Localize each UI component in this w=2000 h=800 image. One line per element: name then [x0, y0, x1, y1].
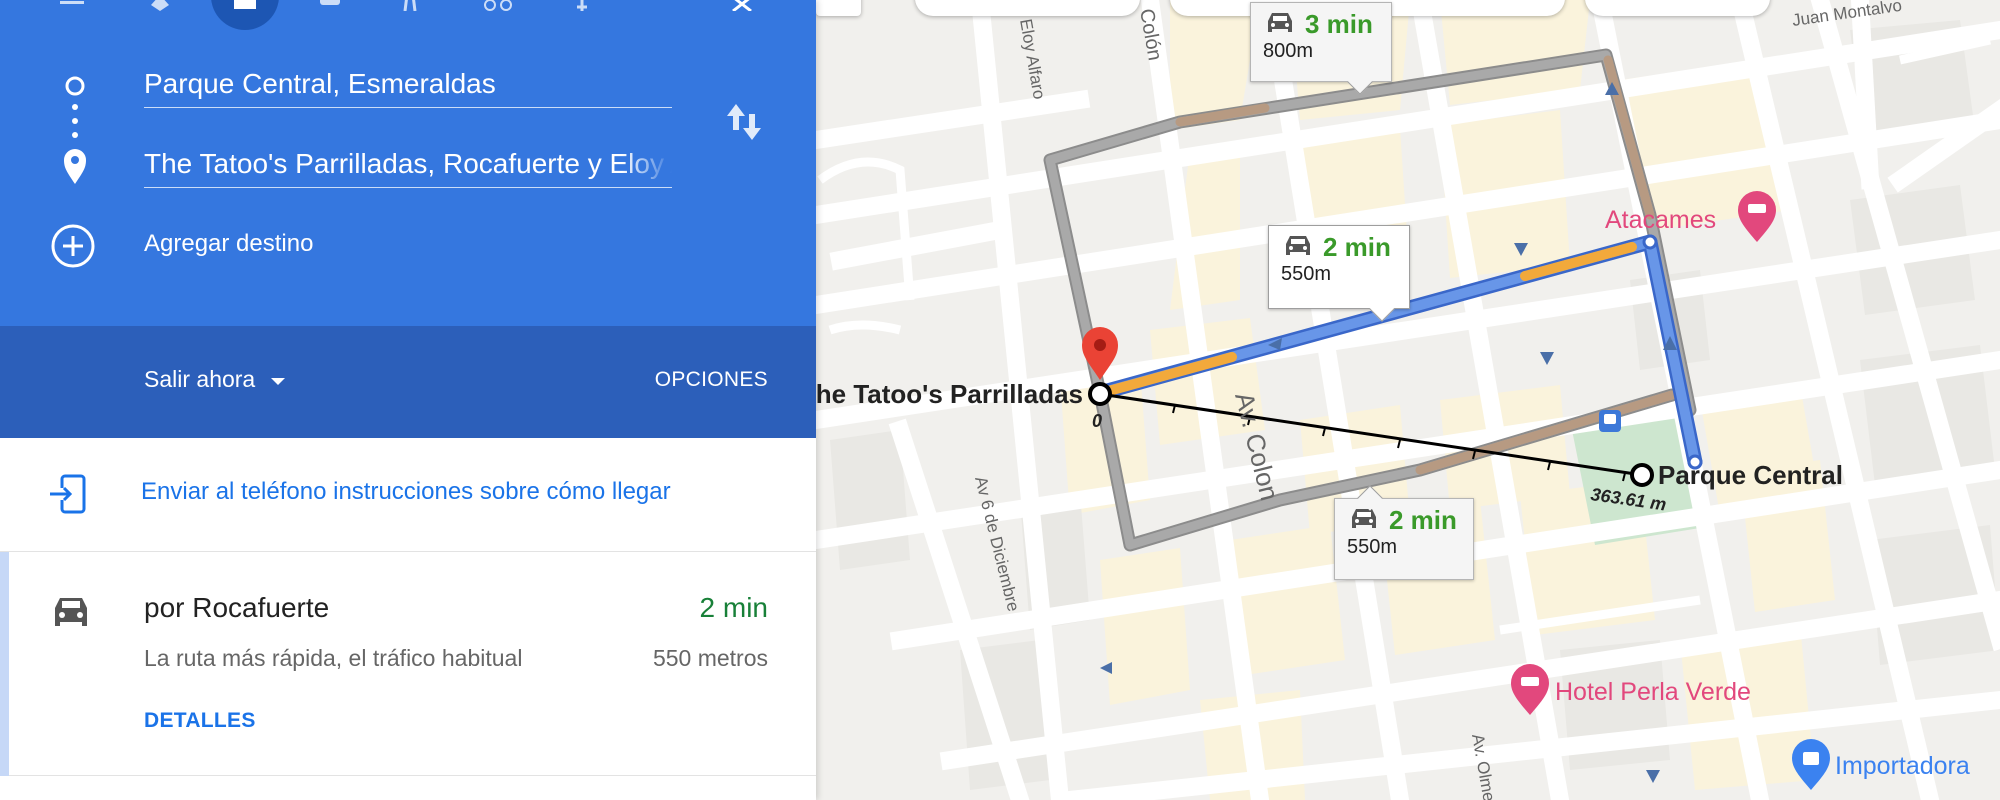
directions-panel: Parque Central, Esmeraldas The Tatoo's P… [0, 0, 816, 800]
send-to-phone-row[interactable]: Enviar al teléfono instrucciones sobre c… [0, 438, 816, 552]
origin-value: Parque Central, Esmeraldas [144, 68, 496, 99]
car-icon [1268, 13, 1292, 32]
bus-stop-icon[interactable] [1599, 410, 1621, 432]
driving-mode-icon[interactable] [211, 0, 279, 30]
add-destination-icon[interactable] [50, 223, 96, 269]
depart-time-dropdown[interactable]: Salir ahora [144, 366, 286, 393]
route-bubble-distance: 800m [1263, 40, 1314, 62]
route-bubble-distance: 550m [1281, 263, 1332, 285]
walking-mode-icon[interactable] [386, 0, 434, 20]
route-distance: 550 metros [652, 645, 768, 671]
route-bubble-alt-top[interactable]: 3 min 800m [1250, 2, 1392, 95]
origin-point-icon[interactable] [1630, 463, 1654, 487]
route-description: La ruta más rápida, el tráfico habitual [144, 645, 523, 671]
depart-time-label: Salir ahora [144, 366, 256, 392]
car-icon [1286, 236, 1310, 255]
add-destination-button[interactable]: Agregar destino [144, 230, 313, 258]
route-option-card[interactable]: por Rocafuerte 2 min La ruta más rápida,… [0, 552, 816, 776]
cycling-mode-icon[interactable] [474, 0, 522, 20]
travel-mode-bar [0, 0, 816, 30]
menu-icon[interactable] [48, 0, 96, 20]
directions-header: Parque Central, Esmeraldas The Tatoo's P… [0, 0, 816, 326]
close-icon[interactable] [718, 0, 766, 20]
destination-field[interactable]: The Tatoo's Parrilladas, Rocafuerte y El… [144, 146, 672, 188]
route-bubble-alt-bottom[interactable]: 2 min 550m [1334, 485, 1474, 580]
best-route-icon[interactable] [136, 0, 184, 20]
origin-field[interactable]: Parque Central, Esmeraldas [144, 66, 672, 108]
measure-start-label: 0 [1092, 411, 1102, 431]
transit-mode-icon[interactable] [306, 0, 354, 20]
destination-place-label: The Tatoo's Parrilladas [800, 379, 1083, 409]
route-bubble-time: 3 min [1305, 9, 1373, 39]
send-to-phone-label: Enviar al teléfono instrucciones sobre c… [141, 478, 671, 505]
destination-value: The Tatoo's Parrilladas, Rocafuerte y El… [144, 148, 672, 179]
route-bubble-primary[interactable]: 2 min 550m [1268, 225, 1410, 322]
hotel-perla-verde-label: Hotel Perla Verde [1555, 678, 1751, 706]
chevron-down-icon [271, 377, 286, 385]
hotel-atacames-label: Atacames [1605, 206, 1716, 234]
map-corner-control[interactable] [816, 0, 861, 16]
destination-point-icon[interactable] [1088, 382, 1112, 406]
map-chip[interactable] [1585, 0, 1770, 16]
flight-mode-icon[interactable] [558, 0, 606, 20]
route-points-icon [64, 76, 86, 184]
details-link[interactable]: DETALLES [144, 709, 256, 733]
route-bubble-time: 2 min [1323, 232, 1391, 262]
map-chip[interactable] [915, 0, 1140, 16]
route-title: por Rocafuerte [144, 592, 330, 623]
route-time: 2 min [699, 592, 768, 623]
car-icon [55, 598, 87, 626]
selected-route-indicator [0, 552, 9, 776]
shop-label: Importadora [1835, 752, 1970, 780]
origin-place-label: Parque Central [1658, 460, 1843, 490]
car-icon [1352, 509, 1376, 528]
options-button[interactable]: OPCIONES [655, 368, 768, 392]
depart-options-bar: Salir ahora OPCIONES [0, 326, 816, 438]
send-to-phone-icon [50, 474, 86, 514]
route-bubble-distance: 550m [1347, 536, 1398, 558]
swap-directions-icon[interactable] [724, 100, 764, 144]
route-bubble-time: 2 min [1389, 505, 1457, 535]
route-turn-icon [1642, 234, 1658, 250]
